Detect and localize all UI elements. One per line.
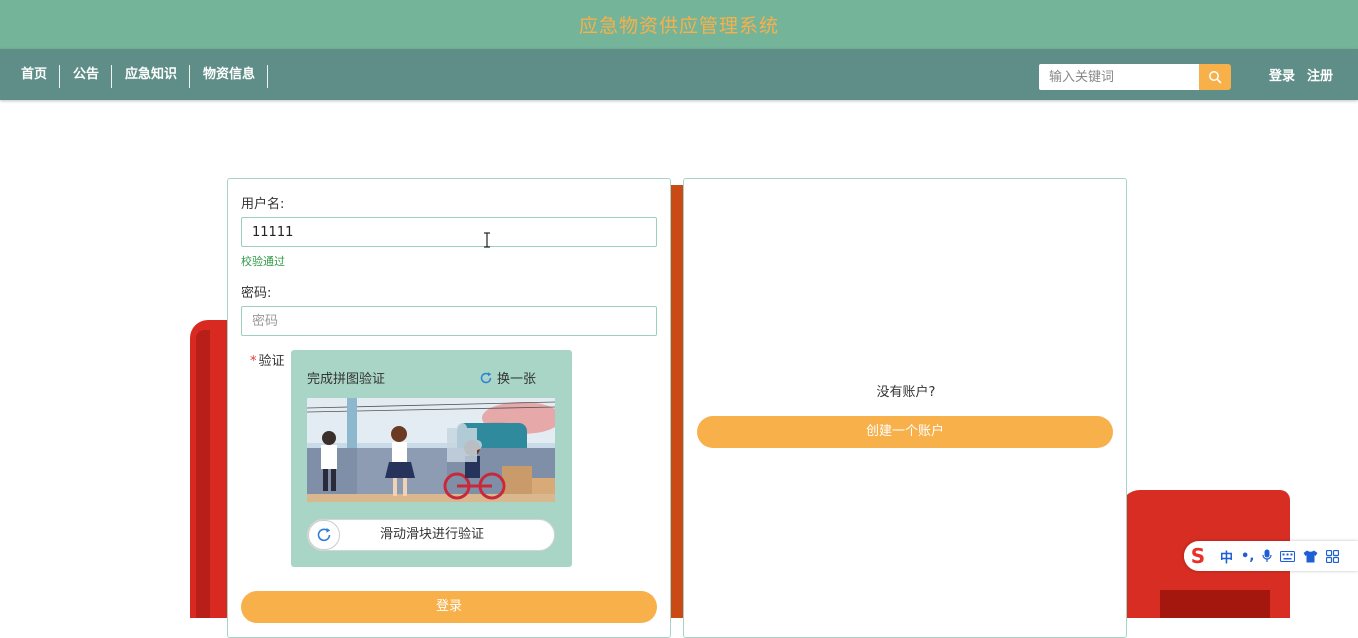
search-button[interactable] — [1199, 64, 1231, 90]
shirt-icon[interactable] — [1303, 550, 1318, 563]
nav-item-supplies-info[interactable]: 物资信息 — [203, 49, 255, 100]
captcha-refresh-label: 换一张 — [497, 372, 537, 387]
ime-mode-indicator[interactable]: 中 — [1220, 547, 1233, 566]
no-account-text: 没有账户? — [876, 385, 936, 400]
refresh-icon — [480, 371, 492, 383]
captcha-widget: 完成拼图验证 换一张 滑动滑块进行验证 — [291, 350, 572, 567]
background-image-left-shadow — [196, 330, 210, 618]
search-input[interactable] — [1039, 64, 1200, 90]
register-link[interactable]: 注册 — [1307, 64, 1333, 90]
refresh-icon — [317, 528, 331, 542]
password-field[interactable] — [241, 306, 657, 336]
required-mark: * — [250, 354, 257, 369]
app-header: 应急物资供应管理系统 — [0, 0, 1358, 49]
ime-toolbar[interactable]: S 中 •, — [1184, 541, 1358, 571]
captcha-slider[interactable]: 滑动滑块进行验证 — [307, 519, 555, 551]
captcha-label-text: 验证 — [258, 354, 285, 369]
grid-icon[interactable] — [1326, 549, 1340, 563]
nav-item-home[interactable]: 首页 — [21, 49, 47, 100]
nav-divider — [59, 65, 60, 88]
captcha-label: * 验证 — [250, 350, 285, 369]
background-image-right-shadow — [1160, 590, 1270, 618]
search-icon — [1209, 71, 1222, 84]
username-field[interactable] — [241, 217, 657, 247]
nav-item-emergency-knowledge[interactable]: 应急知识 — [125, 49, 177, 100]
password-label: 密码: — [241, 286, 272, 301]
nav-divider — [267, 65, 268, 88]
app-title: 应急物资供应管理系统 — [578, 15, 779, 37]
slider-instruction: 滑动滑块进行验证 — [379, 527, 484, 542]
nav-divider — [111, 65, 112, 88]
login-link[interactable]: 登录 — [1269, 64, 1295, 90]
microphone-icon[interactable] — [1262, 549, 1272, 563]
ime-logo[interactable]: S — [1184, 542, 1212, 570]
create-account-button[interactable]: 创建一个账户 — [697, 416, 1113, 448]
login-submit-button[interactable]: 登录 — [241, 591, 657, 623]
nav-divider — [189, 65, 190, 88]
login-panel: 用户名: 校验通过 密码: *验证 完成拼图验证 换一张 — [227, 178, 671, 638]
captcha-title: 完成拼图验证 — [307, 372, 386, 387]
slider-handle[interactable] — [308, 520, 340, 550]
captcha-refresh-button[interactable]: 换一张 — [479, 368, 536, 387]
captcha-puzzle-image — [307, 398, 555, 502]
keyboard-icon[interactable] — [1280, 550, 1296, 562]
nav-item-announcements[interactable]: 公告 — [73, 49, 99, 100]
username-validation-message: 校验通过 — [241, 255, 285, 268]
ime-punctuation-toggle[interactable]: •, — [1241, 549, 1254, 564]
text-cursor-icon — [484, 232, 490, 248]
register-panel: 没有账户? 创建一个账户 — [683, 178, 1127, 638]
username-label: 用户名: — [241, 197, 285, 212]
